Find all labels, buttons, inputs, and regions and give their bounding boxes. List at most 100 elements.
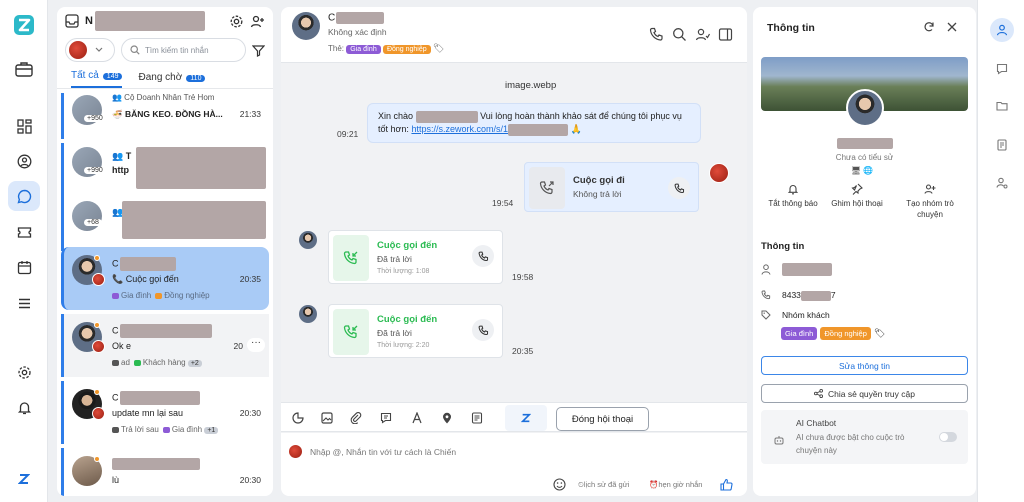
- pin-button[interactable]: Ghim hội thoại: [829, 183, 885, 209]
- list-item[interactable]: +68 👥: [61, 197, 269, 251]
- edit-info-button[interactable]: Sửa thông tin: [761, 356, 968, 375]
- tag-colleague[interactable]: Đồng nghiệp: [820, 327, 871, 340]
- schedule-message-button[interactable]: ⏰hẹn giờ nhắn: [649, 480, 702, 489]
- image-icon[interactable]: [321, 412, 333, 424]
- inbox-icon: [65, 14, 79, 28]
- phone-icon[interactable]: [649, 27, 664, 42]
- list-item[interactable]: +990 👥 T http: [61, 143, 269, 201]
- info-title: Thông tin: [767, 22, 815, 34]
- add-tag-icon[interactable]: 🏷: [433, 43, 444, 53]
- list-item-message: http: [112, 165, 129, 175]
- info-group-row: Nhóm khách: [761, 310, 830, 320]
- chat-header: C Không xác định Thẻ: Gia đình Đồng nghi…: [281, 7, 747, 63]
- profile-tab-icon[interactable]: [990, 18, 1014, 42]
- message-time: 20:35: [512, 346, 534, 356]
- text-format-icon[interactable]: [411, 412, 423, 424]
- refresh-icon[interactable]: [923, 21, 935, 33]
- list-title: N: [85, 15, 93, 27]
- notes-tab-icon[interactable]: [990, 57, 1014, 81]
- survey-link[interactable]: https://s.zework.com/s/1: [411, 124, 508, 134]
- call-back-button[interactable]: [668, 177, 690, 199]
- zework-ai-button[interactable]: [505, 405, 547, 431]
- close-icon[interactable]: [947, 22, 957, 32]
- send-history-button[interactable]: ⏲lịch sử đã gửi: [578, 480, 629, 490]
- folder-tab-icon[interactable]: [990, 94, 1014, 118]
- list-item-message: Ok e: [112, 341, 132, 351]
- bot-toggle[interactable]: [939, 432, 957, 442]
- contact-card-icon[interactable]: [471, 412, 483, 424]
- search-input[interactable]: Tìm kiếm tin nhắn: [121, 38, 246, 62]
- tag-colleague[interactable]: Đồng nghiệp: [382, 45, 431, 54]
- share-icon: [814, 389, 824, 398]
- search-icon[interactable]: [672, 27, 687, 42]
- account-selector[interactable]: [65, 38, 115, 62]
- file-name[interactable]: image.webp: [505, 80, 556, 91]
- avatar: [299, 231, 317, 249]
- settings-icon[interactable]: [8, 357, 40, 387]
- list-item[interactable]: +950 👥 Cộ Doanh Nhân Trẻ Hom 🍜 BĂNG KEO.…: [61, 93, 269, 139]
- incoming-call-icon: [333, 235, 369, 281]
- info-panel: Thông tin Chưa có tiểu sử 🖥 🌐 Tắt thông …: [753, 7, 976, 496]
- status-dot: [94, 322, 100, 328]
- toggle-panel-icon[interactable]: [718, 27, 733, 42]
- ticket-icon[interactable]: [8, 217, 40, 247]
- user-settings-tab-icon[interactable]: [990, 171, 1014, 195]
- quick-reply-icon[interactable]: [380, 412, 392, 424]
- contacts-icon[interactable]: [8, 146, 40, 176]
- call-back-button[interactable]: [472, 245, 494, 267]
- tab-all[interactable]: Tất cả 149: [71, 70, 123, 88]
- user-icon: [761, 264, 771, 275]
- attachment-icon[interactable]: [350, 412, 362, 424]
- calendar-icon[interactable]: [8, 252, 40, 282]
- assign-user-icon[interactable]: [695, 27, 710, 42]
- outgoing-call-icon: [529, 167, 565, 209]
- tag-family[interactable]: Gia đình: [781, 327, 818, 340]
- gear-icon[interactable]: [229, 14, 244, 29]
- mute-button[interactable]: Tắt thông báo: [763, 183, 823, 209]
- tab-waiting[interactable]: Đang chờ 110: [138, 72, 206, 88]
- list-item-message: 🍜 BĂNG KEO. ĐỒNG HÀ...: [112, 109, 223, 119]
- close-conversation-button[interactable]: Đóng hội thoại: [556, 407, 649, 431]
- more-options-icon[interactable]: ···: [247, 338, 265, 352]
- list-item-name: 👥 T: [112, 151, 132, 161]
- avatar: [709, 163, 729, 183]
- message-bubble: Xin chào Vui lòng hoàn thành khảo sát để…: [367, 103, 701, 143]
- redacted-name: [119, 324, 212, 338]
- call-back-button[interactable]: [472, 319, 494, 341]
- app-logo[interactable]: [8, 10, 40, 40]
- emoji-icon[interactable]: [553, 478, 566, 491]
- list-item-tags: ad Khách hàng +2: [112, 358, 202, 367]
- add-tag-icon[interactable]: 🏷: [874, 328, 885, 339]
- list-item[interactable]: C Ok e 20 ··· ad Khách hàng +2: [61, 314, 269, 377]
- zework-icon[interactable]: [8, 464, 40, 494]
- bell-icon[interactable]: [8, 392, 40, 422]
- list-item[interactable]: C 📞 Cuộc gọi đến 20:35 Gia đình Đồng nghi…: [61, 247, 269, 310]
- chat-icon[interactable]: [8, 181, 40, 211]
- contact-name: C: [328, 12, 385, 24]
- list-item[interactable]: lù 20:30: [61, 448, 269, 496]
- tag-family[interactable]: Gia đình: [346, 45, 381, 54]
- briefcase-icon[interactable]: [8, 54, 40, 84]
- tab-all-count: 149: [102, 73, 123, 80]
- message-input[interactable]: Nhập @, Nhắn tin với tư cách là Chiến: [310, 447, 456, 457]
- redacted-content: [122, 201, 266, 239]
- menu-icon[interactable]: [8, 288, 40, 318]
- bell-icon: [787, 185, 799, 195]
- account-badge: [92, 340, 105, 353]
- thumbs-up-icon[interactable]: [720, 478, 733, 491]
- info-phone-row: 8433 7: [761, 290, 836, 301]
- add-user-icon[interactable]: [250, 14, 265, 29]
- document-tab-icon[interactable]: [990, 133, 1014, 157]
- share-access-button[interactable]: Chia sẻ quyền truy cập: [761, 384, 968, 403]
- list-item-time: 20:30: [239, 408, 261, 418]
- sticker-icon[interactable]: [292, 412, 304, 424]
- create-group-button[interactable]: Tạo nhóm trò chuyện: [897, 183, 963, 220]
- list-item[interactable]: C update mn lại sau 20:30 Trả lời sau Gia…: [61, 381, 269, 444]
- tag-row: Thẻ: Gia đình Đồng nghiệp 🏷: [328, 43, 445, 54]
- status-dot: [94, 389, 100, 395]
- filter-icon[interactable]: [252, 44, 265, 57]
- dashboard-icon[interactable]: [8, 111, 40, 141]
- location-icon[interactable]: [441, 412, 453, 424]
- list-item-message: lù: [112, 475, 120, 485]
- incoming-call-card: Cuộc gọi đến Đã trả lời Thời lượng: 1:08: [328, 230, 503, 284]
